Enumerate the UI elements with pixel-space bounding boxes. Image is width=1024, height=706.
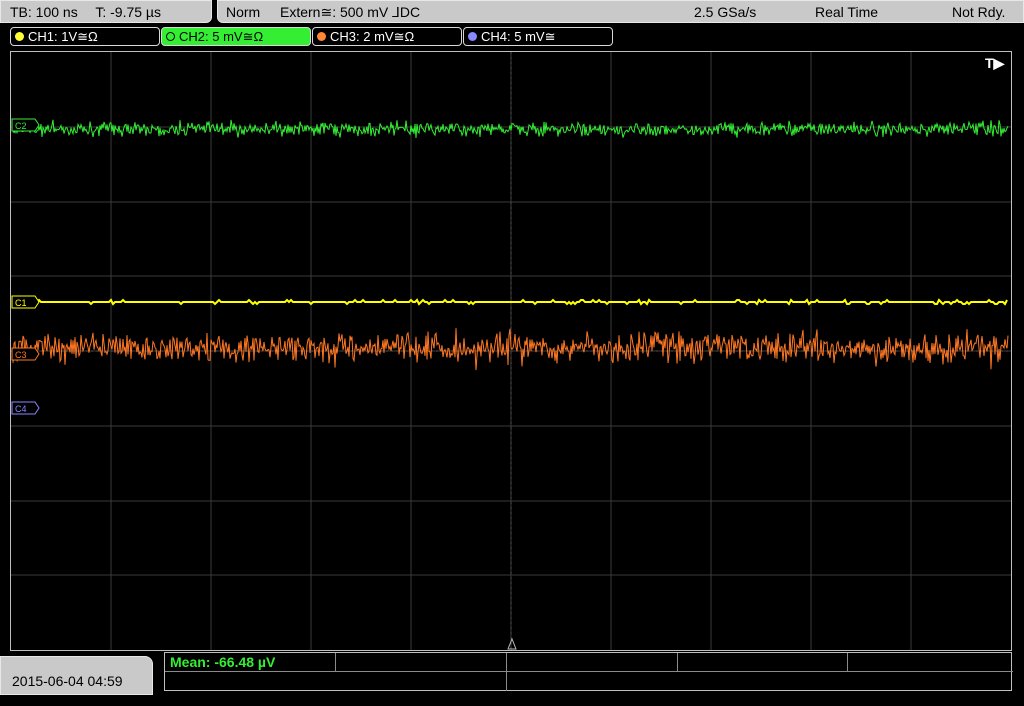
trigger-time-label: T: -9.75 µs: [95, 4, 161, 20]
datetime-box: 2015-06-04 04:59: [0, 656, 153, 695]
channel-2-dot-icon: [166, 32, 175, 41]
trigger-status-strip[interactable]: Norm Extern≅: 500 mV ⅃DC 2.5 GSa/s Real …: [217, 0, 1024, 23]
ch3-marker-label: C3: [15, 350, 27, 360]
ch3-marker[interactable]: C3: [11, 347, 40, 361]
measurement-cell-1: Mean: -66.48 µV: [165, 653, 336, 671]
ch2-marker[interactable]: C2: [11, 118, 40, 132]
channel-2-label: CH2: 5 mV≅Ω: [179, 29, 264, 44]
top-status-bar: TB: 100 ns T: -9.75 µs Norm Extern≅: 500…: [0, 0, 1024, 25]
trigger-mode: Norm: [226, 4, 261, 20]
ch1-marker[interactable]: C1: [11, 295, 40, 309]
channel-4-button[interactable]: CH4: 5 mV≅: [463, 27, 613, 46]
ch2-marker-label: C2: [15, 121, 27, 131]
measurement-col-divider: [506, 671, 507, 691]
channel-bar: CH1: 1V≅Ω CH2: 5 mV≅Ω CH3: 2 mV≅Ω CH4: 5…: [0, 26, 1024, 48]
channel-3-button[interactable]: CH3: 2 mV≅Ω: [312, 27, 462, 46]
datetime-label: 2015-06-04 04:59: [12, 673, 123, 689]
run-status: Not Rdy.: [952, 4, 1006, 20]
trigger-point-icon: [507, 637, 517, 650]
measurement-row-divider: [165, 671, 1013, 672]
trigger-position-marker[interactable]: T▶: [985, 55, 1006, 71]
channel-4-label: CH4: 5 mV≅: [481, 29, 556, 44]
measurement-cell-3: [507, 653, 678, 671]
channel-1-button[interactable]: CH1: 1V≅Ω: [10, 27, 160, 46]
channel-1-label: CH1: 1V≅Ω: [28, 29, 98, 44]
ch4-marker[interactable]: C4: [11, 401, 40, 415]
channel-4-dot-icon: [468, 32, 477, 41]
ch4-marker-label: C4: [15, 404, 27, 414]
channel-2-button[interactable]: CH2: 5 mV≅Ω: [161, 27, 311, 46]
ch1-marker-label: C1: [15, 298, 27, 308]
measurement-table[interactable]: Mean: -66.48 µV: [164, 652, 1013, 691]
measurement-cell-2: [336, 653, 507, 671]
acquisition-mode: Real Time: [815, 4, 879, 20]
measurement-cell-4: [678, 653, 848, 671]
channel-3-label: CH3: 2 mV≅Ω: [330, 29, 415, 44]
waveform-svg: C2 C1 C3 C4 T▶: [11, 52, 1011, 650]
trigger-source: Extern≅: 500 mV ⅃DC: [280, 4, 421, 20]
timebase-label: TB: 100 ns: [10, 4, 78, 20]
channel-3-dot-icon: [317, 32, 326, 41]
ch1-trace: [13, 298, 1008, 306]
timebase-box[interactable]: TB: 100 ns T: -9.75 µs: [0, 0, 212, 23]
mean-measurement: Mean: -66.48 µV: [170, 654, 276, 670]
measurement-cell-5: [848, 653, 1013, 671]
sample-rate: 2.5 GSa/s: [694, 4, 757, 20]
channel-1-dot-icon: [15, 32, 24, 41]
waveform-display[interactable]: C2 C1 C3 C4 T▶: [10, 51, 1012, 651]
